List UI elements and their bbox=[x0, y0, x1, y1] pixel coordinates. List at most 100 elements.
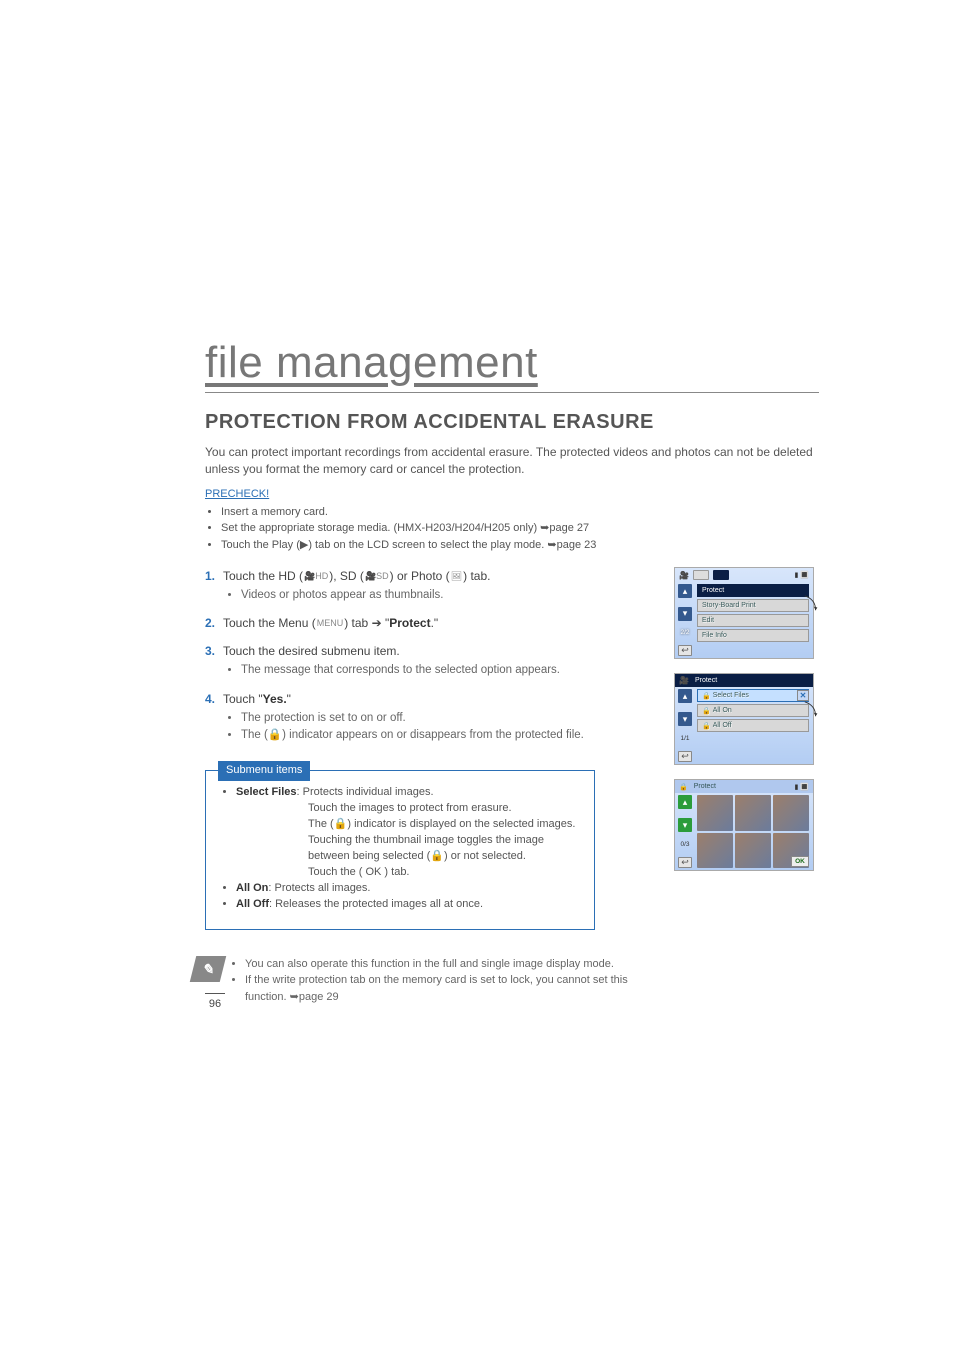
step-3: 3. Touch the desired submenu item. The m… bbox=[205, 642, 654, 679]
lcd-topbar: 🎥 ▮ 🔳 bbox=[675, 568, 813, 582]
step-text: Touch "Yes." bbox=[223, 692, 291, 706]
step-fragment: Touch the HD ( bbox=[223, 569, 303, 583]
up-arrow-icon: ▴ bbox=[678, 689, 692, 703]
submenu-rest: : Protects all images. bbox=[268, 882, 370, 894]
lcd-body: ▴ ▾ 1/1 ↩ 🔒Select Files 🔒All On 🔒All Off bbox=[675, 687, 813, 764]
thumbnail bbox=[773, 795, 809, 831]
precheck-label: PRECHECK! bbox=[205, 488, 269, 500]
note-icon: ✎ bbox=[190, 956, 226, 982]
step-1: 1. Touch the HD (🎥HD), SD (🎥SD) or Photo… bbox=[205, 567, 654, 604]
content-row: 1. Touch the HD (🎥HD), SD (🎥SD) or Photo… bbox=[205, 567, 819, 1005]
step-text: Touch the Menu (MENU) tab ➔ "Protect." bbox=[223, 616, 438, 630]
back-icon: ↩ bbox=[678, 751, 692, 762]
step-fragment: ." bbox=[431, 616, 439, 630]
precheck-list: Insert a memory card. Set the appropriat… bbox=[205, 504, 819, 554]
down-arrow-icon: ▾ bbox=[678, 607, 692, 621]
lcd-menu-col: Protect Story-Board Print Edit File Info bbox=[695, 582, 813, 658]
menu-item: Story-Board Print bbox=[697, 599, 809, 612]
page-title: file management bbox=[205, 338, 819, 388]
submenu-rest: : Protects individual images. bbox=[297, 786, 434, 798]
step-bold: Protect bbox=[389, 616, 430, 630]
tab-icon-active bbox=[713, 570, 729, 580]
lcd-header-label: Protect bbox=[692, 783, 716, 790]
step-bold: Yes. bbox=[263, 692, 287, 706]
note-row: ✎ You can also operate this function in … bbox=[205, 956, 654, 1006]
lcd-left-col: ▴ ▾ 2/2 ↩ bbox=[675, 582, 695, 658]
step-bullet: Videos or photos appear as thumbnails. bbox=[241, 587, 654, 604]
step-fragment: ) or Photo ( bbox=[390, 569, 450, 583]
lock-icon: 🔒 bbox=[702, 692, 711, 700]
note-item: You can also operate this function in th… bbox=[245, 956, 654, 973]
callout-pointer bbox=[803, 700, 821, 718]
menu-header: Protect bbox=[697, 584, 809, 597]
step-bullet: The (🔒) indicator appears on or disappea… bbox=[241, 727, 654, 744]
callout-pointer bbox=[803, 594, 821, 612]
precheck-item: Set the appropriate storage media. (HMX-… bbox=[221, 520, 819, 537]
menu-item-label: All Off bbox=[713, 722, 732, 729]
step-number: 1. bbox=[205, 567, 215, 585]
page-indicator: 2/2 bbox=[680, 629, 689, 636]
lock-icon: 🔒 bbox=[702, 707, 711, 715]
menu-item: File Info bbox=[697, 629, 809, 642]
step-fragment: " bbox=[287, 692, 291, 706]
submenu-item: Select Files: Protects individual images… bbox=[236, 785, 578, 881]
lcd-menu-col: 🔒Select Files 🔒All On 🔒All Off bbox=[695, 687, 813, 764]
submenu-line: Touch the ( OK ) tab. bbox=[236, 865, 578, 881]
submenu-item: All Off: Releases the protected images a… bbox=[236, 897, 578, 913]
lcd-body: ▴ ▾ 2/2 ↩ Protect Story-Board Print Edit… bbox=[675, 582, 813, 658]
lcd-header-bar: 🎥 Protect bbox=[675, 674, 813, 687]
thumbnail bbox=[735, 833, 771, 869]
hd-icon: 🎥HD bbox=[303, 570, 329, 584]
step-fragment: Touch " bbox=[223, 692, 263, 706]
menu-item-label: All On bbox=[713, 707, 732, 714]
tab-icon bbox=[693, 570, 709, 580]
submenu-bold: All Off bbox=[236, 898, 269, 910]
step-number: 2. bbox=[205, 614, 215, 632]
step-fragment: ) tab. bbox=[463, 569, 490, 583]
thumbnail bbox=[697, 833, 733, 869]
submenu-line: The (🔒) indicator is displayed on the se… bbox=[236, 817, 578, 833]
back-icon: ↩ bbox=[678, 645, 692, 656]
note-icon-glyph: ✎ bbox=[202, 960, 214, 977]
step-text: Touch the desired submenu item. bbox=[223, 644, 400, 658]
step-2: 2. Touch the Menu (MENU) tab ➔ "Protect.… bbox=[205, 614, 654, 632]
submenu-list: Select Files: Protects individual images… bbox=[222, 785, 578, 913]
note-list: You can also operate this function in th… bbox=[231, 956, 654, 1006]
step-bullet: The message that corresponds to the sele… bbox=[241, 662, 654, 679]
back-icon: ↩ bbox=[678, 857, 692, 868]
lcd-left-col: ▴ ▾ 1/1 ↩ bbox=[675, 687, 695, 764]
thumbnail bbox=[697, 795, 733, 831]
precheck-item: Insert a memory card. bbox=[221, 504, 819, 521]
menu-item-selected: 🔒Select Files bbox=[697, 689, 809, 702]
menu-item: 🔒All On bbox=[697, 704, 809, 717]
step-bullets: The message that corresponds to the sele… bbox=[223, 662, 654, 679]
lcd-screenshot-submenu: 🎥 Protect ✕ ▴ ▾ 1/1 ↩ 🔒Select Files 🔒All… bbox=[674, 673, 814, 765]
lock-icon: 🔒 bbox=[679, 783, 688, 791]
sd-icon: 🎥SD bbox=[364, 570, 390, 584]
lcd-header-label: Protect bbox=[693, 677, 717, 684]
lcd-header-bar: 🔒 Protect ▮ 🔳 bbox=[675, 780, 813, 793]
down-arrow-icon: ▾ bbox=[678, 818, 692, 832]
battery-icon: ▮ 🔳 bbox=[794, 571, 809, 579]
menu-icon: MENU bbox=[316, 617, 345, 631]
battery-icon: ▮ 🔳 bbox=[794, 783, 809, 791]
steps-list: 1. Touch the HD (🎥HD), SD (🎥SD) or Photo… bbox=[205, 567, 654, 744]
submenu-bold: Select Files bbox=[236, 786, 297, 798]
intro-paragraph: You can protect important recordings fro… bbox=[205, 444, 819, 478]
thumbnail bbox=[735, 795, 771, 831]
lock-icon: 🔒 bbox=[702, 722, 711, 730]
page-indicator: 0/3 bbox=[680, 841, 689, 848]
screens-column: 🎥 ▮ 🔳 ▴ ▾ 2/2 ↩ Protect Story-Board Prin… bbox=[674, 567, 819, 1005]
menu-item: Edit bbox=[697, 614, 809, 627]
up-arrow-icon: ▴ bbox=[678, 584, 692, 598]
precheck-item: Touch the Play (▶) tab on the LCD screen… bbox=[221, 537, 819, 554]
step-bullets: Videos or photos appear as thumbnails. bbox=[223, 587, 654, 604]
video-icon: 🎥 bbox=[679, 676, 689, 685]
title-container: file management bbox=[205, 338, 819, 393]
page-number: 96 bbox=[205, 993, 225, 1010]
submenu-box: Submenu items Select Files: Protects ind… bbox=[205, 770, 595, 930]
submenu-badge: Submenu items bbox=[218, 761, 310, 781]
step-number: 3. bbox=[205, 642, 215, 660]
page-indicator: 1/1 bbox=[680, 735, 689, 742]
step-text: Touch the HD (🎥HD), SD (🎥SD) or Photo (🖼… bbox=[223, 569, 490, 583]
